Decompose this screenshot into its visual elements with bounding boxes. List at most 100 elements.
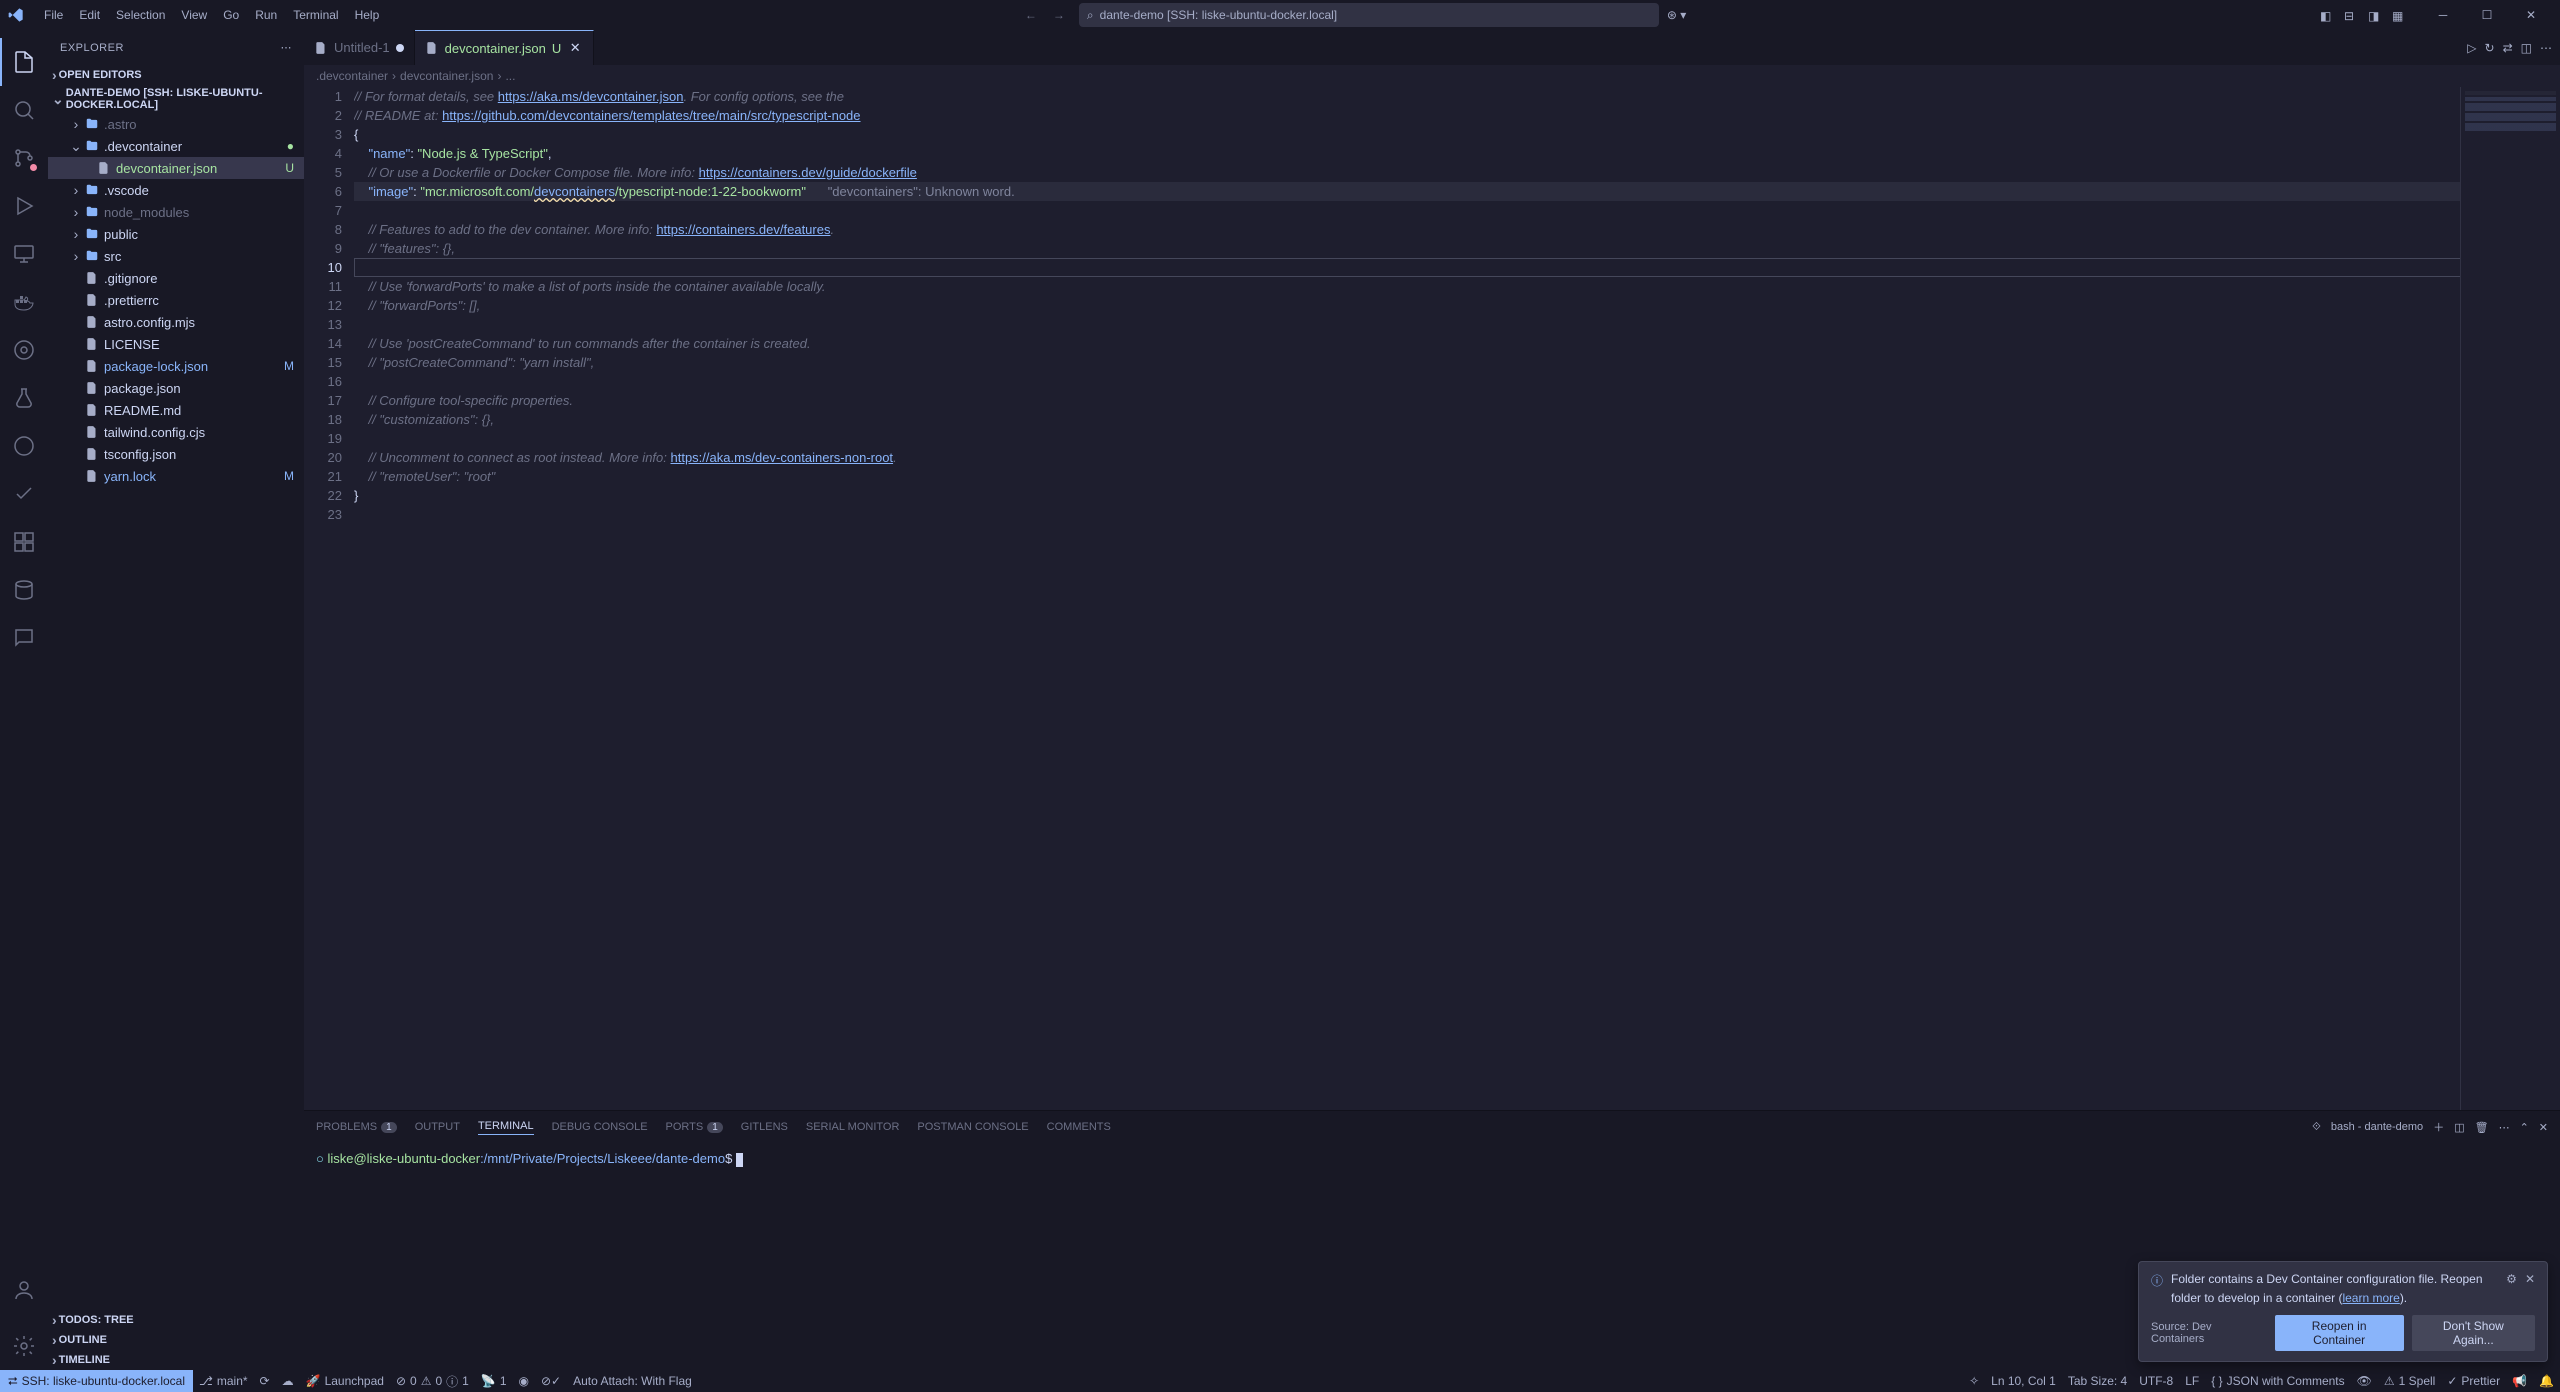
layout-panel-icon[interactable]: ⊟ (2342, 7, 2358, 23)
code-line[interactable]: // README at: https://github.com/devcont… (354, 106, 2560, 125)
minimap[interactable] (2460, 87, 2560, 1110)
panel-tab-serial-monitor[interactable]: SERIAL MONITOR (806, 1120, 900, 1135)
menu-selection[interactable]: Selection (108, 4, 173, 26)
status-bell[interactable]: 🔔 (2533, 1374, 2560, 1388)
breadcrumb-item[interactable]: .devcontainer (316, 69, 388, 83)
status-compass[interactable]: ✧ (1963, 1374, 1985, 1388)
more-icon[interactable]: ⋯ (2499, 1121, 2510, 1134)
code-line[interactable]: // "forwardPorts": [], (354, 296, 2560, 315)
status-eol[interactable]: LF (2179, 1374, 2205, 1388)
tab-close-icon[interactable]: ✕ (567, 40, 583, 56)
panel-tab-gitlens[interactable]: GITLENS (741, 1120, 788, 1135)
code-line[interactable] (354, 315, 2560, 334)
status-ports[interactable]: 📡1 (475, 1370, 513, 1392)
activity-extensions[interactable] (0, 518, 48, 566)
code-line[interactable]: // "postCreateCommand": "yarn install", (354, 353, 2560, 372)
split-terminal-icon[interactable]: ◫ (2454, 1121, 2464, 1134)
section-open-editors[interactable]: OPEN EDITORS (48, 65, 304, 85)
nav-back-icon[interactable]: ← (1019, 6, 1043, 24)
close-panel-icon[interactable]: ✕ (2539, 1121, 2548, 1134)
diff-icon[interactable]: ⇄ (2503, 41, 2513, 55)
new-terminal-icon[interactable]: ＋ (2433, 1119, 2444, 1135)
status-sync[interactable]: ⟳ (254, 1370, 276, 1392)
code-line[interactable]: "image": "mcr.microsoft.com/devcontainer… (354, 182, 2560, 201)
tree-item-tsconfig-json[interactable]: tsconfig.json (48, 443, 304, 465)
nav-forward-icon[interactable]: → (1047, 6, 1071, 24)
code-line[interactable] (354, 201, 2560, 220)
sidebar-more-icon[interactable]: ⋯ (281, 41, 293, 54)
panel-tab-ports[interactable]: PORTS1 (666, 1120, 723, 1135)
tree-item-astro-config-mjs[interactable]: astro.config.mjs (48, 311, 304, 333)
copilot-icon[interactable]: ⊛ ▾ (1667, 8, 1686, 22)
tree-item-license[interactable]: LICENSE (48, 333, 304, 355)
tree-item-readme-md[interactable]: README.md (48, 399, 304, 421)
code-line[interactable]: } (354, 486, 2560, 505)
activity-gitlens[interactable] (0, 326, 48, 374)
code-line[interactable]: // For format details, see https://aka.m… (354, 87, 2560, 106)
code-line[interactable]: // Use 'postCreateCommand' to run comman… (354, 334, 2560, 353)
panel-tab-output[interactable]: OUTPUT (415, 1120, 460, 1135)
section-project[interactable]: DANTE-DEMO [SSH: LISKE-UBUNTU-DOCKER.LOC… (48, 85, 304, 113)
run-icon[interactable]: ▷ (2467, 41, 2476, 55)
breadcrumb-item[interactable]: ... (505, 69, 515, 83)
maximize-panel-icon[interactable]: ⌃ (2520, 1121, 2529, 1134)
section-todos[interactable]: TODOS: TREE (48, 1310, 304, 1330)
activity-source-control[interactable] (0, 134, 48, 182)
activity-docker[interactable] (0, 278, 48, 326)
maximize-button[interactable]: ☐ (2466, 0, 2508, 30)
panel-tab-postman-console[interactable]: POSTMAN CONSOLE (917, 1120, 1028, 1135)
menu-run[interactable]: Run (247, 4, 285, 26)
status-eye[interactable]: 👁 (2351, 1374, 2378, 1388)
activity-database[interactable] (0, 566, 48, 614)
tree-item-public[interactable]: public (48, 223, 304, 245)
activity-test[interactable] (0, 374, 48, 422)
code-line[interactable]: // "remoteUser": "root" (354, 467, 2560, 486)
status-prettier[interactable]: ✓Prettier (2441, 1374, 2506, 1388)
kill-terminal-icon[interactable]: 🗑 (2475, 1121, 2489, 1134)
code-line[interactable] (354, 258, 2560, 277)
tree-item-tailwind-config-cjs[interactable]: tailwind.config.cjs (48, 421, 304, 443)
tree-item-devcontainer-json[interactable]: devcontainer.jsonU (48, 157, 304, 179)
close-icon[interactable]: ✕ (2525, 1272, 2535, 1286)
code-line[interactable]: // Use 'forwardPorts' to make a list of … (354, 277, 2560, 296)
menu-edit[interactable]: Edit (71, 4, 108, 26)
activity-remote-explorer[interactable] (0, 230, 48, 278)
tree-item-node-modules[interactable]: node_modules (48, 201, 304, 223)
panel-tab-terminal[interactable]: TERMINAL (478, 1120, 534, 1135)
section-timeline[interactable]: TIMELINE (48, 1350, 304, 1370)
status-live-server[interactable]: ◉ (513, 1370, 535, 1392)
code-line[interactable]: // Or use a Dockerfile or Docker Compose… (354, 163, 2560, 182)
activity-settings[interactable] (0, 1322, 48, 1370)
minimize-button[interactable]: ─ (2422, 0, 2464, 30)
tree-item--prettierrc[interactable]: .prettierrc (48, 289, 304, 311)
status-spell[interactable]: ⚠1 Spell (2378, 1374, 2441, 1388)
status-diagnostics[interactable]: ⊘0⚠0ⓘ1 (390, 1370, 475, 1392)
section-outline[interactable]: OUTLINE (48, 1330, 304, 1350)
more-actions-icon[interactable]: ⋯ (2540, 41, 2552, 55)
code-line[interactable] (354, 372, 2560, 391)
activity-run-debug[interactable] (0, 182, 48, 230)
menu-view[interactable]: View (173, 4, 215, 26)
status-branch[interactable]: ⎇main* (193, 1370, 254, 1392)
breadcrumb-item[interactable]: devcontainer.json (400, 69, 493, 83)
tree-item-src[interactable]: src (48, 245, 304, 267)
learn-more-link[interactable]: learn more (2342, 1291, 2399, 1305)
activity-postman[interactable] (0, 422, 48, 470)
tree-item--gitignore[interactable]: .gitignore (48, 267, 304, 289)
tab-untitled-1[interactable]: Untitled-1 (304, 30, 415, 65)
activity-todo[interactable] (0, 470, 48, 518)
code-line[interactable]: // "customizations": {}, (354, 410, 2560, 429)
code-content[interactable]: // For format details, see https://aka.m… (354, 87, 2560, 1110)
menu-help[interactable]: Help (347, 4, 388, 26)
reopen-in-container-button[interactable]: Reopen in Container (2275, 1315, 2404, 1351)
code-line[interactable]: "name": "Node.js & TypeScript", (354, 144, 2560, 163)
code-line[interactable]: // Configure tool-specific properties. (354, 391, 2560, 410)
layout-sidebar-right-icon[interactable]: ◨ (2366, 7, 2382, 23)
status-auto-attach[interactable]: Auto Attach: With Flag (567, 1370, 698, 1392)
layout-customize-icon[interactable]: ▦ (2390, 7, 2406, 23)
close-button[interactable]: ✕ (2510, 0, 2552, 30)
tree-item--vscode[interactable]: .vscode (48, 179, 304, 201)
command-center[interactable]: ⌕ dante-demo [SSH: liske-ubuntu-docker.l… (1079, 3, 1659, 27)
tree-item-package-lock-json[interactable]: package-lock.jsonM (48, 355, 304, 377)
tree-item--astro[interactable]: .astro (48, 113, 304, 135)
